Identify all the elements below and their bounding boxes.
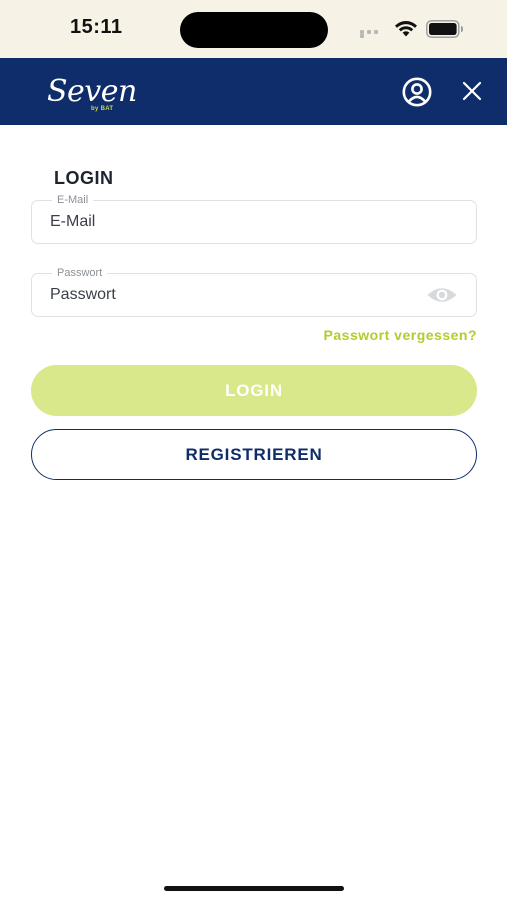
home-indicator[interactable] [164, 886, 344, 891]
login-screen: 15:11 Seven by BAT LOGIN E-Mail E-Mail P… [0, 0, 507, 900]
close-icon[interactable] [459, 78, 485, 104]
wifi-icon [395, 21, 417, 37]
account-circle-icon[interactable] [402, 77, 432, 107]
login-button[interactable]: LOGIN [31, 365, 477, 416]
forgot-password-link[interactable]: Passwort vergessen? [324, 327, 477, 343]
password-field: Passwort [31, 267, 477, 317]
logo-subtext: by BAT [91, 106, 114, 112]
email-input[interactable] [50, 201, 410, 243]
email-field: E-Mail [31, 194, 477, 244]
password-input[interactable] [50, 274, 410, 316]
seven-logo: Seven by BAT [47, 68, 137, 116]
page-title: LOGIN [54, 168, 114, 188]
eye-icon[interactable] [426, 285, 458, 305]
register-button[interactable]: REGISTRIEREN [31, 429, 477, 480]
status-bar: 15:11 [0, 0, 507, 58]
logo-text: Seven [47, 74, 137, 109]
status-time: 15:11 [70, 16, 123, 38]
battery-icon [426, 20, 463, 38]
dynamic-island [180, 12, 328, 48]
app-header: Seven by BAT [0, 58, 507, 125]
signal-dots-icon [360, 30, 386, 38]
